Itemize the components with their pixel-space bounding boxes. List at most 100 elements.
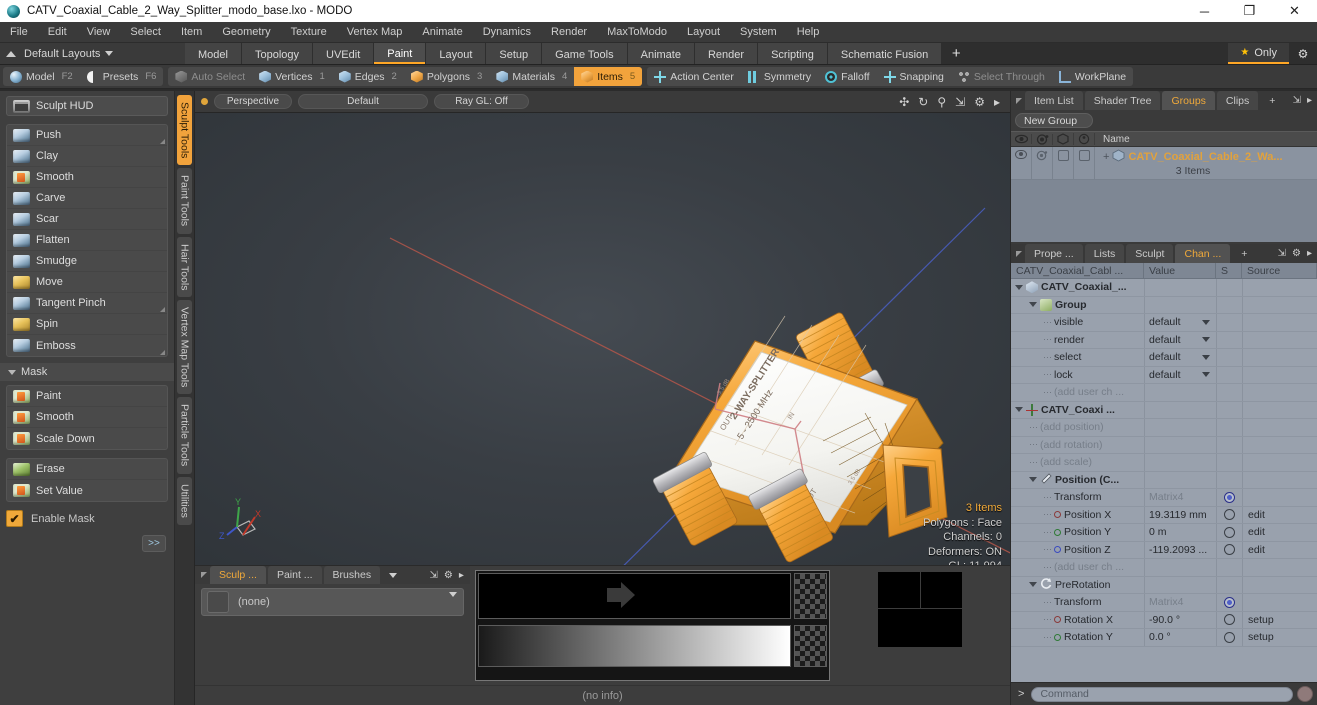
mode-symmetry[interactable]: Symmetry <box>741 67 818 86</box>
brush-selector[interactable]: (none) <box>201 588 464 616</box>
tool-smooth[interactable]: Smooth <box>7 167 167 188</box>
channel-s-cell[interactable] <box>1216 576 1242 593</box>
chevron-down-icon[interactable] <box>1202 319 1210 325</box>
channel-value-cell[interactable] <box>1144 559 1216 576</box>
record-macro-button[interactable] <box>1297 686 1313 702</box>
maximize-button[interactable]: ❐ <box>1227 0 1272 22</box>
channel-value-cell[interactable]: Matrix4 <box>1144 489 1216 506</box>
layout-tab-topology[interactable]: Topology <box>241 43 313 64</box>
channel-row[interactable]: PreRotation <box>1011 576 1317 594</box>
chevron-down-icon[interactable] <box>448 592 457 597</box>
chevron-down-icon[interactable] <box>1029 302 1037 308</box>
layout-tab-layout[interactable]: Layout <box>426 43 486 64</box>
channel-s-cell[interactable] <box>1216 541 1242 558</box>
vtab-particle-tools[interactable]: Particle Tools <box>177 397 192 474</box>
channel-row[interactable]: ⋯ (add position) <box>1011 419 1317 437</box>
layout-tab-paint[interactable]: Paint <box>374 43 426 64</box>
mode-edges[interactable]: Edges 2 <box>332 67 404 86</box>
brush-falloff-preview[interactable] <box>477 573 791 619</box>
menu-vertex-map[interactable]: Vertex Map <box>337 22 413 42</box>
channel-s-cell[interactable] <box>1216 559 1242 576</box>
tool-smooth[interactable]: Smooth <box>7 407 167 428</box>
channel-s-cell[interactable] <box>1216 489 1242 506</box>
zoom-icon[interactable]: ⚲ <box>937 95 946 109</box>
channel-value-cell[interactable]: default <box>1144 331 1216 348</box>
mode-items[interactable]: Items 5 <box>574 67 643 86</box>
brush-alpha-preview[interactable] <box>794 573 827 619</box>
channel-source-cell[interactable] <box>1242 384 1317 401</box>
menu-render[interactable]: Render <box>541 22 597 42</box>
vtab-paint-tools[interactable]: Paint Tools <box>177 168 192 234</box>
layout-gear-icon[interactable]: ⚙ <box>1289 43 1317 64</box>
channel-row[interactable]: ⋯ visible default <box>1011 314 1317 332</box>
tool-paint[interactable]: Paint <box>7 386 167 407</box>
chevron-down-icon[interactable] <box>1015 407 1023 413</box>
channel-s-cell[interactable] <box>1216 436 1242 453</box>
channel-source-cell[interactable] <box>1242 454 1317 471</box>
menu-texture[interactable]: Texture <box>281 22 337 42</box>
channel-circle-icon[interactable] <box>1224 544 1235 556</box>
tab-chan[interactable]: Chan ... <box>1175 244 1231 263</box>
menu-view[interactable]: View <box>77 22 121 42</box>
tool-smudge[interactable]: Smudge <box>7 251 167 272</box>
rotate-icon[interactable]: ↻ <box>918 95 928 109</box>
channel-s-cell[interactable] <box>1216 524 1242 541</box>
tool-spin[interactable]: Spin <box>7 314 167 335</box>
layout-tab-scripting[interactable]: Scripting <box>758 43 827 64</box>
enable-mask-row[interactable]: ✔ Enable Mask <box>0 506 174 531</box>
tool-carve[interactable]: Carve <box>7 188 167 209</box>
channel-value-cell[interactable] <box>1144 401 1216 418</box>
channel-row[interactable]: ⋯ Position X 19.3119 mm edit <box>1011 506 1317 524</box>
panel-corner-icon[interactable] <box>1013 244 1025 263</box>
channel-value-cell[interactable]: 19.3119 mm <box>1144 506 1216 523</box>
channel-row[interactable]: ⋯ (add rotation) <box>1011 436 1317 454</box>
layout-tab-animate[interactable]: Animate <box>627 43 694 64</box>
mode-presets[interactable]: Presets F6 <box>80 67 164 86</box>
mode-snapping[interactable]: Snapping <box>877 67 951 86</box>
chevron-down-icon[interactable] <box>1202 372 1210 378</box>
mode-vertices[interactable]: Vertices 1 <box>252 67 332 86</box>
channel-source-cell[interactable]: edit <box>1242 524 1317 541</box>
box-toggle[interactable] <box>1053 147 1074 179</box>
channel-s-cell[interactable] <box>1216 454 1242 471</box>
channel-source-cell[interactable] <box>1242 471 1317 488</box>
channel-row[interactable]: ⋯ Rotation X -90.0 ° setup <box>1011 611 1317 629</box>
layout-tab-game-tools[interactable]: Game Tools <box>542 43 627 64</box>
channel-source-cell[interactable] <box>1242 331 1317 348</box>
panel-corner-icon[interactable] <box>1013 91 1025 110</box>
static-channel-icon[interactable] <box>1224 596 1235 608</box>
channel-row[interactable]: ⋯ Transform Matrix4 <box>1011 594 1317 612</box>
tool-erase[interactable]: Erase <box>7 459 167 480</box>
mode-falloff[interactable]: Falloff <box>818 67 876 86</box>
channel-s-cell[interactable] <box>1216 384 1242 401</box>
menu-animate[interactable]: Animate <box>412 22 472 42</box>
vtab-sculpt-tools[interactable]: Sculpt Tools <box>177 95 192 166</box>
chevron-right-icon[interactable]: ▸ <box>1307 248 1312 259</box>
channel-value-cell[interactable]: default <box>1144 314 1216 331</box>
channel-source-cell[interactable]: edit <box>1242 541 1317 558</box>
channel-value-cell[interactable] <box>1144 436 1216 453</box>
channel-source-cell[interactable] <box>1242 279 1317 296</box>
menu-dynamics[interactable]: Dynamics <box>473 22 541 42</box>
channel-source-cell[interactable] <box>1242 349 1317 366</box>
expand-panel-button[interactable]: >> <box>142 535 166 552</box>
channel-circle-icon[interactable] <box>1224 526 1235 538</box>
chevron-down-icon[interactable] <box>1015 284 1023 290</box>
tool-clay[interactable]: Clay <box>7 146 167 167</box>
channel-source-cell[interactable] <box>1242 419 1317 436</box>
channel-row[interactable]: Position (C... <box>1011 471 1317 489</box>
channel-row[interactable]: ⋯ Transform Matrix4 <box>1011 489 1317 507</box>
tab-sculpt[interactable]: Sculpt <box>1126 244 1174 263</box>
gear-icon[interactable]: ⚙ <box>974 95 985 109</box>
eye-toggle[interactable] <box>1011 147 1032 179</box>
gradient-alpha-preview[interactable] <box>794 625 827 667</box>
channel-circle-icon[interactable] <box>1224 631 1235 643</box>
channel-s-cell[interactable] <box>1216 279 1242 296</box>
channel-s-cell[interactable] <box>1216 611 1242 628</box>
expand-icon[interactable]: ⇲ <box>1293 95 1301 106</box>
channel-row[interactable]: ⋯ Position Y 0 m edit <box>1011 524 1317 542</box>
channel-source-cell[interactable] <box>1242 594 1317 611</box>
render-toggle[interactable] <box>1032 147 1053 179</box>
channel-source-cell[interactable] <box>1242 489 1317 506</box>
mode-model[interactable]: Model F2 <box>3 67 80 86</box>
